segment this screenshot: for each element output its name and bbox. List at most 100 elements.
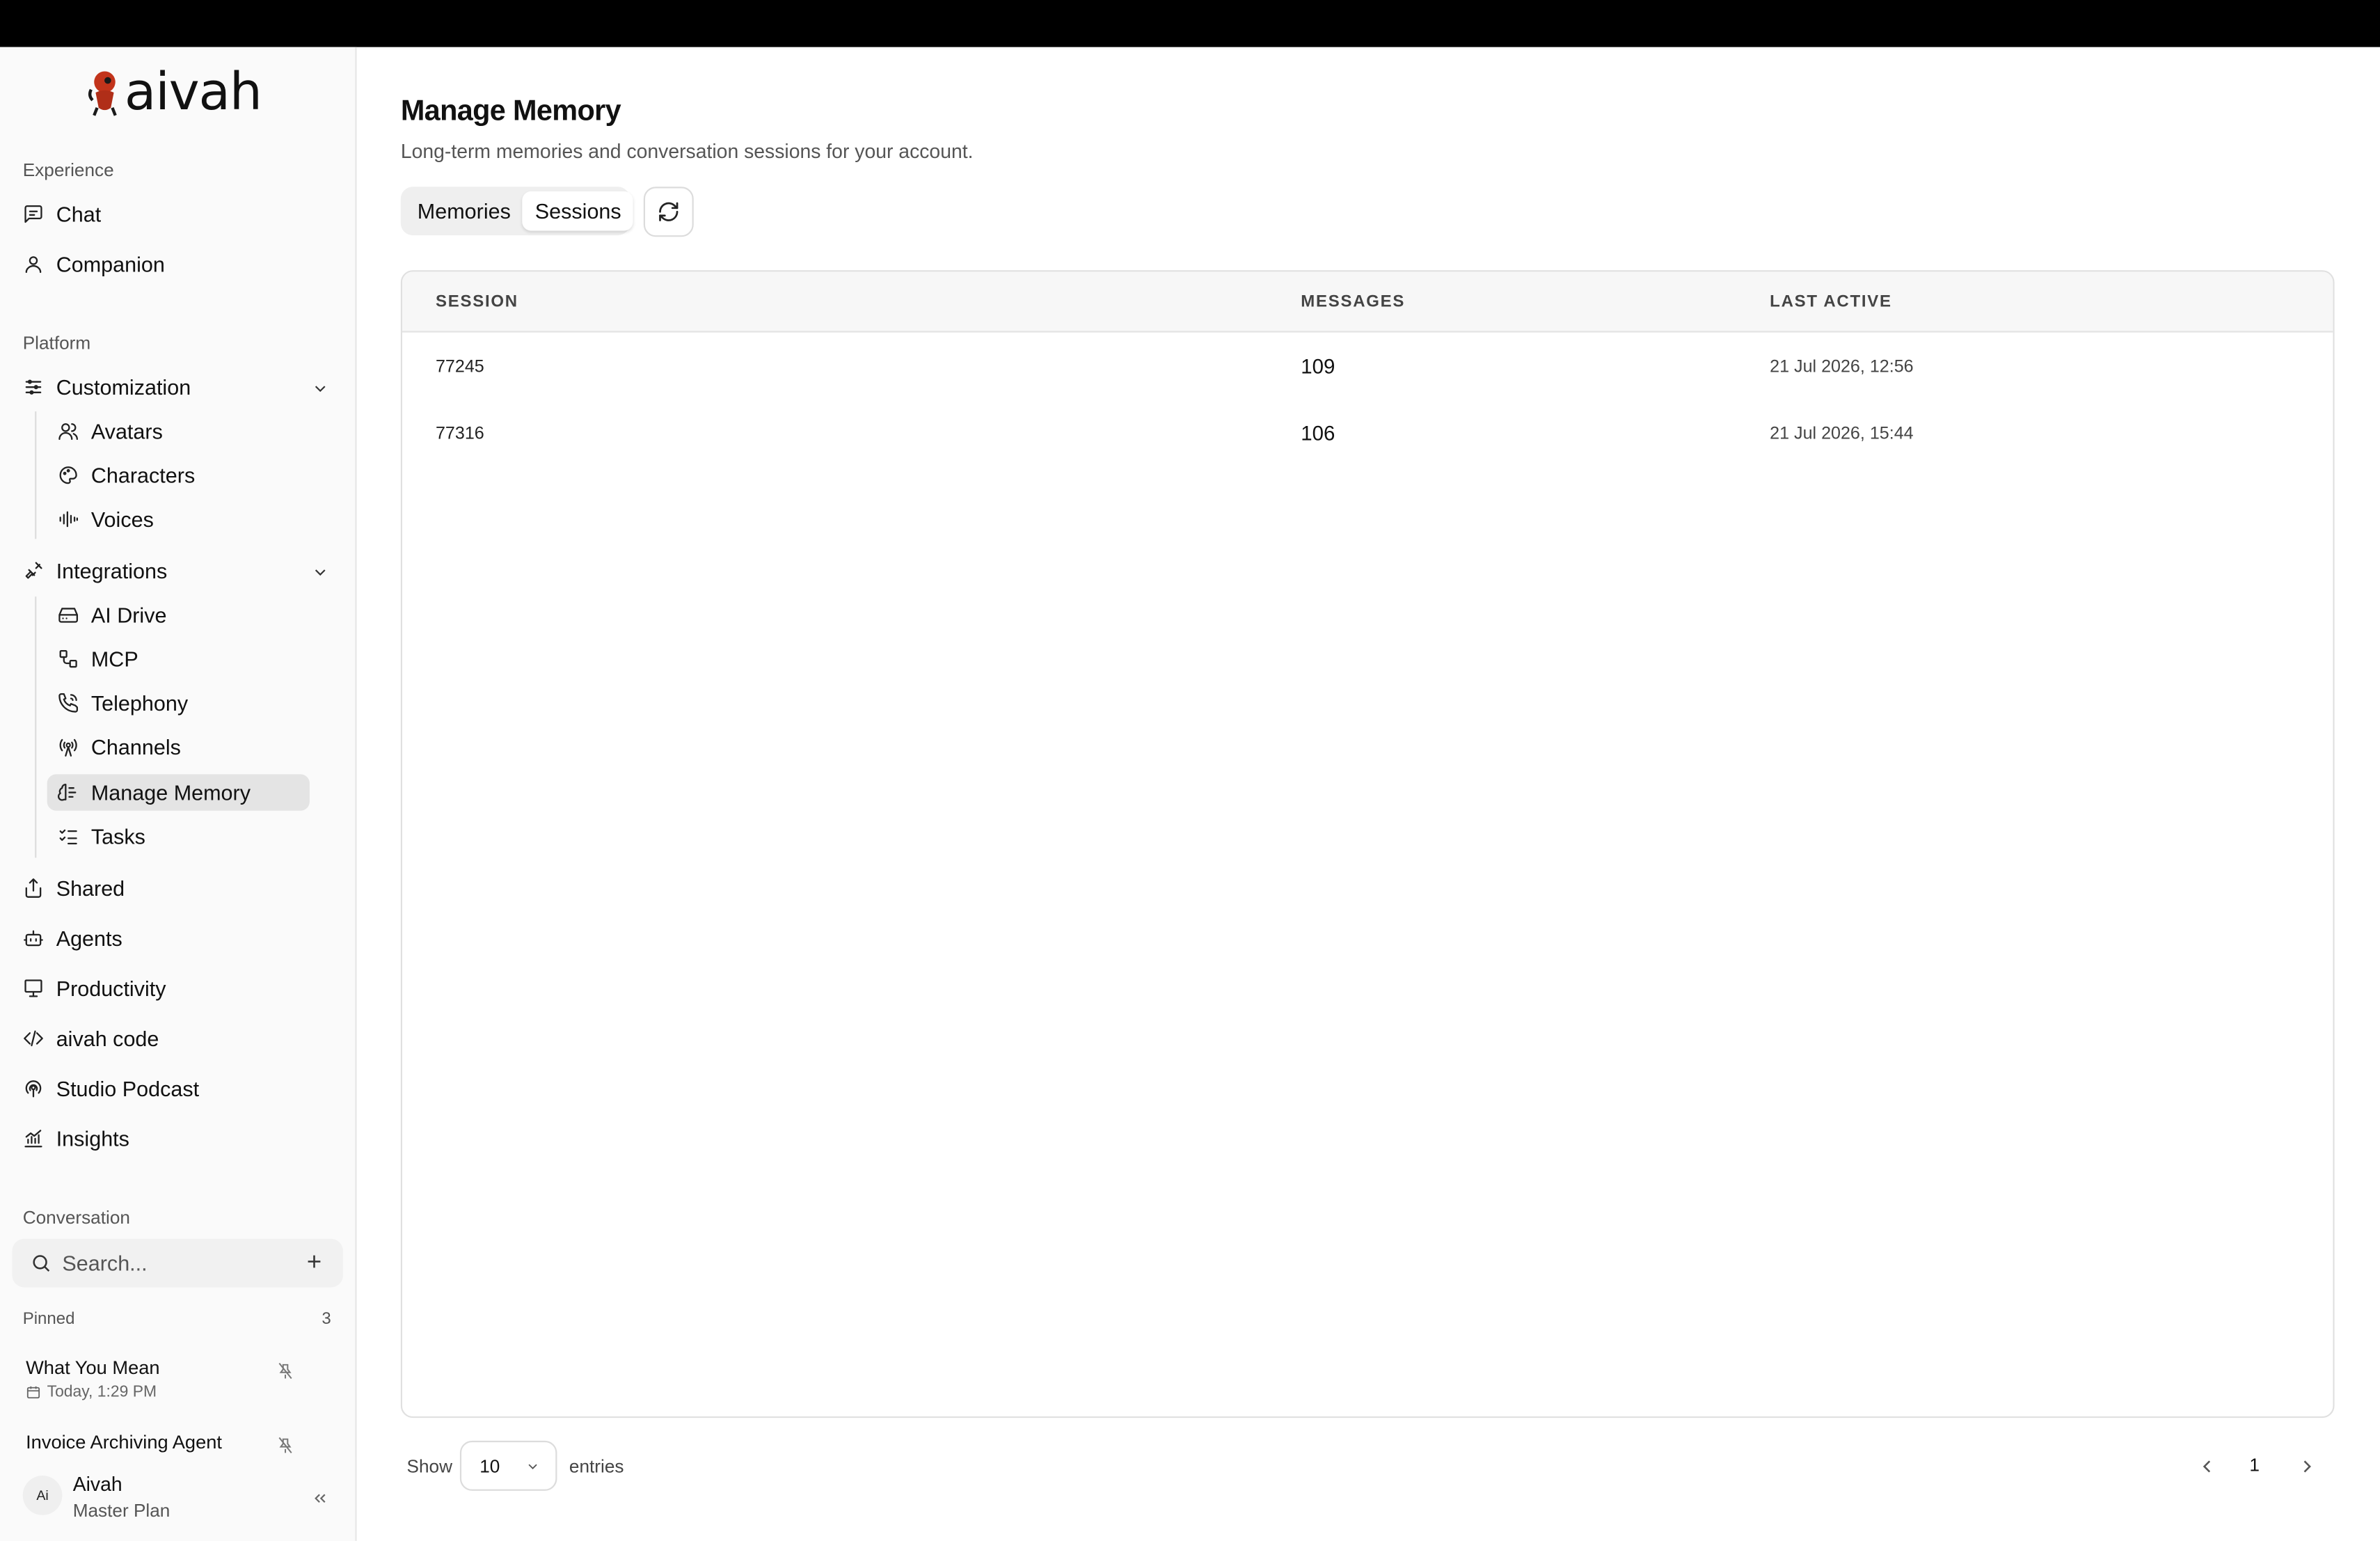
tab-sessions[interactable]: Sessions — [523, 191, 634, 231]
user-profile[interactable]: Ai Aivah Master Plan — [0, 1457, 356, 1541]
pinned-conversation-title[interactable]: Invoice Archiving Agent — [26, 1432, 222, 1453]
user-plan: Master Plan — [72, 1499, 170, 1522]
sub-item-label: MCP — [90, 647, 138, 672]
sub-item-characters[interactable]: Characters — [47, 457, 310, 493]
pin-icon[interactable] — [276, 1360, 294, 1380]
section-label-conversation: Conversation — [22, 1206, 130, 1228]
nav-label: Studio Podcast — [56, 1076, 200, 1101]
page-size-value: 10 — [479, 1455, 500, 1477]
sessions-table: SESSION MESSAGES LAST ACTIVE 77245 109 2… — [400, 270, 2335, 1418]
chevron-left-icon[interactable] — [2196, 1456, 2218, 1478]
plus-icon[interactable] — [303, 1251, 325, 1272]
message-square-icon — [23, 203, 45, 225]
column-header-messages[interactable]: MESSAGES — [1301, 293, 1405, 311]
nav-item-integrations[interactable]: Integrations — [23, 553, 168, 589]
audio-waveform-icon — [58, 509, 79, 530]
date-text: Today, 1:29 PM — [47, 1383, 157, 1402]
sub-item-tasks[interactable]: Tasks — [47, 819, 310, 855]
nav-label: Shared — [56, 876, 125, 901]
search-input[interactable] — [62, 1251, 275, 1276]
logo[interactable]: aivah — [88, 62, 262, 123]
tab-memories[interactable]: Memories — [405, 191, 523, 231]
presentation-icon — [23, 978, 45, 999]
refresh-button[interactable] — [643, 187, 694, 237]
nav-item-chat[interactable]: Chat — [23, 196, 101, 232]
message-count: 109 — [1301, 355, 1335, 379]
view-tabs: Memories Sessions — [400, 187, 634, 236]
pin-icon[interactable] — [276, 1435, 294, 1453]
show-label: Show — [406, 1455, 453, 1478]
sub-item-ai-drive[interactable]: AI Drive — [47, 596, 310, 633]
sub-item-mcp[interactable]: MCP — [47, 640, 310, 677]
plug-icon — [23, 560, 45, 582]
page-subtitle: Long-term memories and conversation sess… — [400, 139, 974, 163]
avatar: Ai — [22, 1476, 63, 1515]
palette-icon — [58, 464, 79, 486]
nav-label: Agents — [56, 926, 122, 951]
table-row[interactable]: 77245 109 21 Jul 2026, 12:56 — [402, 334, 2333, 401]
nav-label: aivah code — [56, 1026, 159, 1051]
chevrons-left-icon[interactable] — [311, 1487, 329, 1506]
aivah-mascot-icon — [88, 71, 117, 116]
column-header-last-active[interactable]: LAST ACTIVE — [1770, 293, 1892, 311]
entries-label: entries — [569, 1455, 624, 1478]
radio-tower-icon — [58, 736, 79, 758]
sub-item-label: Channels — [90, 734, 181, 759]
nav-label: Companion — [56, 252, 165, 276]
sub-item-manage-memory[interactable]: Manage Memory — [47, 774, 310, 811]
sub-item-channels[interactable]: Channels — [47, 729, 310, 765]
current-page[interactable]: 1 — [2249, 1455, 2260, 1476]
chevron-right-icon[interactable] — [2296, 1456, 2318, 1478]
phone-icon — [58, 693, 79, 714]
nav-label: Integrations — [56, 558, 168, 583]
page-title: Manage Memory — [400, 95, 621, 128]
refresh-icon — [659, 202, 679, 221]
users-icon — [58, 420, 79, 442]
pinned-label: Pinned — [22, 1310, 75, 1329]
sub-item-telephony[interactable]: Telephony — [47, 685, 310, 721]
podcast-icon — [23, 1078, 45, 1100]
sub-item-label: Characters — [90, 463, 196, 488]
share-icon — [23, 878, 45, 899]
last-active: 21 Jul 2026, 15:44 — [1770, 425, 1914, 443]
nav-item-companion[interactable]: Companion — [23, 246, 165, 282]
table-header: SESSION MESSAGES LAST ACTIVE — [402, 271, 2333, 333]
main-content: Manage Memory Long-term memories and con… — [357, 47, 2380, 1541]
user-icon — [23, 253, 45, 275]
hard-drive-icon — [58, 604, 79, 626]
code-icon — [23, 1028, 45, 1050]
nav-item-studio-podcast[interactable]: Studio Podcast — [23, 1070, 199, 1107]
column-header-session[interactable]: SESSION — [436, 293, 518, 311]
sidebar: aivah Experience Chat Companion Platform… — [0, 47, 357, 1541]
chevron-down-icon — [528, 1464, 537, 1469]
user-name: Aivah — [72, 1472, 122, 1496]
pinned-conversation-title[interactable]: What You Mean — [26, 1357, 160, 1379]
nav-item-shared[interactable]: Shared — [23, 870, 125, 906]
calendar-icon — [26, 1386, 40, 1399]
nav-item-agents[interactable]: Agents — [23, 920, 122, 956]
page-size-select[interactable]: 10 — [459, 1440, 557, 1491]
window-top-bar — [0, 0, 2380, 47]
nav-item-customization[interactable]: Customization — [23, 369, 191, 405]
nav-label: Productivity — [56, 976, 166, 1001]
sub-item-label: Manage Memory — [90, 780, 251, 805]
last-active: 21 Jul 2026, 12:56 — [1770, 358, 1914, 377]
pinned-count: 3 — [322, 1310, 331, 1329]
sub-item-avatars[interactable]: Avatars — [47, 413, 310, 449]
section-label-experience: Experience — [22, 159, 114, 181]
sub-item-label: Avatars — [90, 418, 163, 443]
chevron-down-icon[interactable] — [311, 378, 329, 396]
pinned-conversation-date: Today, 1:29 PM — [26, 1383, 157, 1401]
nav-item-insights[interactable]: Insights — [23, 1121, 129, 1157]
nav-label: Customization — [56, 374, 191, 400]
nav-item-productivity[interactable]: Productivity — [23, 970, 166, 1006]
sliders-icon — [23, 377, 45, 398]
search-icon — [33, 1255, 50, 1272]
sub-item-voices[interactable]: Voices — [47, 501, 310, 537]
tree-line — [35, 596, 37, 858]
nav-item-aivah-code[interactable]: aivah code — [23, 1020, 159, 1057]
chevron-down-icon[interactable] — [311, 562, 329, 580]
workflow-icon — [58, 648, 79, 670]
table-row[interactable]: 77316 106 21 Jul 2026, 15:44 — [402, 401, 2333, 468]
nav-label: Insights — [56, 1126, 129, 1151]
